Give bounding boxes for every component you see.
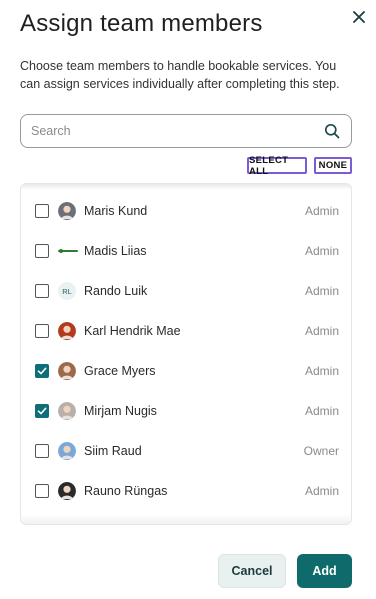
checkbox[interactable] xyxy=(35,484,49,498)
member-role: Admin xyxy=(304,404,339,418)
member-row[interactable]: Madis Liias Admin xyxy=(21,231,351,271)
member-name: Madis Liias xyxy=(84,244,147,258)
checkbox[interactable] xyxy=(35,444,49,458)
list-bottom-shadow xyxy=(21,514,351,524)
avatar: RL xyxy=(58,282,76,300)
member-name: Grace Myers xyxy=(84,364,156,378)
avatar xyxy=(58,362,76,380)
member-row[interactable]: Karl Hendrik Mae Admin xyxy=(21,311,351,351)
avatar xyxy=(58,322,76,340)
member-role: Admin xyxy=(304,284,339,298)
checkbox[interactable] xyxy=(35,324,49,338)
user-photo-icon xyxy=(58,482,76,500)
member-name: Mirjam Nugis xyxy=(84,404,157,418)
checkbox[interactable] xyxy=(35,204,49,218)
member-row[interactable]: Mirjam Nugis Admin xyxy=(21,391,351,431)
member-name: Rauno Rüngas xyxy=(84,484,168,498)
assign-team-members-dialog: Assign team members Choose team members … xyxy=(0,0,376,599)
team-member-list[interactable]: Maris Kund Admin Madis Liias Admin RL Rando L… xyxy=(20,183,352,525)
avatar xyxy=(58,442,76,460)
search-icon[interactable] xyxy=(323,122,341,140)
cancel-button[interactable]: Cancel xyxy=(218,554,286,588)
dialog-description: Choose team members to handle bookable s… xyxy=(20,59,340,91)
avatar xyxy=(58,242,78,260)
user-photo-icon xyxy=(58,402,76,420)
member-role: Admin xyxy=(304,484,339,498)
member-role: Admin xyxy=(304,244,339,258)
member-role: Owner xyxy=(303,444,339,458)
search-box xyxy=(20,114,352,148)
checkmark-icon xyxy=(37,407,47,415)
member-row[interactable]: Grace Myers Admin xyxy=(21,351,351,391)
member-name: Karl Hendrik Mae xyxy=(84,324,181,338)
avatar xyxy=(58,202,76,220)
user-photo-icon xyxy=(58,202,76,220)
checkbox-checked[interactable] xyxy=(35,364,49,378)
user-photo-icon xyxy=(58,322,76,340)
close-button[interactable] xyxy=(348,6,370,28)
member-role: Admin xyxy=(304,364,339,378)
member-name: Rando Luik xyxy=(84,284,148,298)
member-row[interactable]: Maris Kund Admin xyxy=(21,191,351,231)
select-all-button[interactable]: SELECT ALL xyxy=(247,155,307,177)
search-input[interactable] xyxy=(31,124,323,138)
member-name: Siim Raud xyxy=(84,444,142,458)
list-top-shadow xyxy=(21,184,351,190)
member-row[interactable]: RL Rando Luik Admin xyxy=(21,271,351,311)
member-row[interactable]: Rauno Rüngas Admin xyxy=(21,471,351,511)
avatar xyxy=(58,402,76,420)
add-button[interactable]: Add xyxy=(297,554,352,588)
checkbox-checked[interactable] xyxy=(35,404,49,418)
user-photo-icon xyxy=(58,362,76,380)
avatar xyxy=(58,482,76,500)
member-role: Admin xyxy=(304,204,339,218)
avatar-initials: RL xyxy=(62,286,72,296)
close-icon xyxy=(353,11,365,23)
member-name: Maris Kund xyxy=(84,204,148,218)
checkbox[interactable] xyxy=(35,244,49,258)
company-logo-icon xyxy=(58,249,78,253)
user-photo-icon xyxy=(58,442,76,460)
select-none-button[interactable]: NONE xyxy=(314,157,352,174)
member-role: Admin xyxy=(304,324,339,338)
checkbox[interactable] xyxy=(35,284,49,298)
checkmark-icon xyxy=(37,367,47,375)
dialog-title: Assign team members xyxy=(20,10,263,37)
member-row[interactable]: Siim Raud Owner xyxy=(21,431,351,471)
